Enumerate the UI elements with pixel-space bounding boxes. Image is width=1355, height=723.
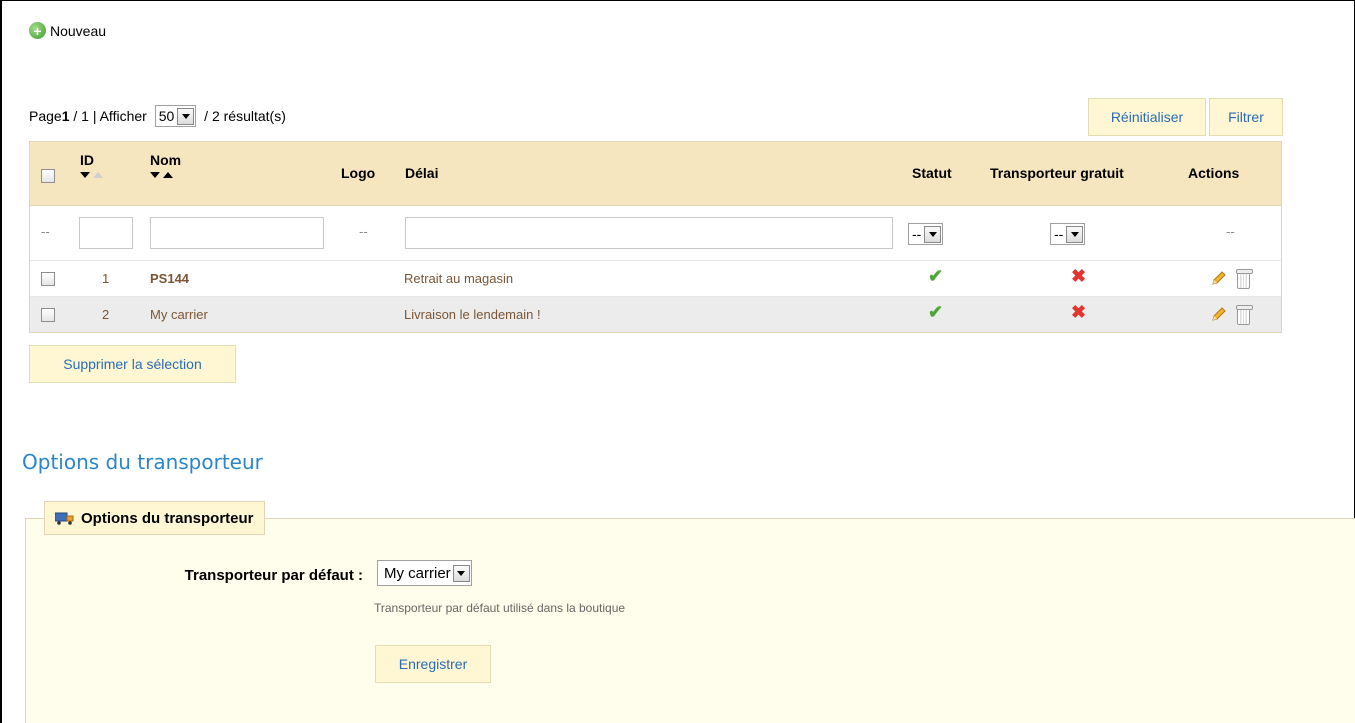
filter-free-select[interactable]: -- (1050, 223, 1086, 245)
col-name: Nom (150, 152, 181, 178)
row-delay: Retrait au magasin (404, 271, 514, 286)
trash-icon[interactable] (1236, 269, 1253, 289)
col-id: ID (80, 152, 103, 178)
sort-asc-icon[interactable] (93, 172, 103, 178)
col-name-label: Nom (150, 152, 182, 168)
cross-icon[interactable]: ✖ (1071, 266, 1086, 287)
carriers-table: ID Nom Logo Délai Statut Transporteur gr… (29, 141, 1282, 333)
table-header: ID Nom Logo Délai Statut Transporteur gr… (30, 142, 1281, 205)
legend-label: Options du transporteur (81, 509, 254, 527)
filter-dash: -- (359, 224, 368, 239)
pencil-icon[interactable] (1210, 306, 1227, 323)
new-carrier-link[interactable]: + Nouveau (29, 22, 106, 39)
col-status: Statut (912, 165, 952, 181)
chevron-down-icon[interactable] (452, 564, 470, 582)
col-actions: Actions (1188, 165, 1240, 181)
filter-id-input[interactable] (79, 217, 133, 249)
table-row[interactable]: 2 My carrier Livraison le lendemain ! ✔ … (30, 296, 1281, 332)
per-page-select[interactable]: 50 (154, 105, 197, 127)
col-id-label: ID (80, 152, 94, 168)
col-delay: Délai (405, 165, 439, 181)
default-carrier-select[interactable]: My carrier (377, 560, 472, 586)
chevron-down-icon[interactable] (1066, 225, 1084, 243)
new-label: Nouveau (50, 22, 107, 39)
row-delay: Livraison le lendemain ! (404, 307, 541, 322)
row-id: 1 (102, 271, 110, 286)
filter-delay-input[interactable] (405, 217, 893, 249)
chevron-down-icon[interactable] (924, 225, 942, 243)
page-current: 1 (61, 108, 70, 124)
select-all-checkbox[interactable] (41, 169, 55, 183)
col-logo: Logo (341, 165, 376, 181)
cross-icon[interactable]: ✖ (1071, 302, 1086, 323)
table-row[interactable]: 1 PS144 Retrait au magasin ✔ ✖ (30, 260, 1281, 296)
sort-desc-icon[interactable] (150, 172, 160, 178)
row-checkbox[interactable] (41, 272, 55, 286)
filter-dash: -- (41, 224, 50, 239)
reset-button[interactable]: Réinitialiser (1088, 98, 1206, 136)
row-checkbox[interactable] (41, 308, 55, 322)
default-carrier-value: My carrier (384, 564, 451, 582)
filter-dash: -- (1226, 224, 1235, 239)
chevron-down-icon[interactable] (177, 107, 195, 125)
default-carrier-label: Transporteur par défaut : (184, 567, 363, 584)
results-count: / 2 résultat(s) (200, 108, 286, 124)
pagination-bar: Page 1 / 1 | Afficher 50 / 2 résultat(s) (29, 105, 286, 127)
filter-free-value: -- (1054, 226, 1064, 242)
options-fieldset (25, 518, 1355, 723)
filter-row: -- -- -- -- -- (30, 205, 1281, 260)
truck-icon (55, 512, 74, 525)
section-title: Options du transporteur (22, 450, 263, 474)
row-id: 2 (102, 307, 110, 322)
row-name[interactable]: PS144 (150, 271, 189, 286)
pencil-icon[interactable] (1210, 270, 1227, 287)
sort-asc-icon[interactable] (163, 172, 173, 178)
filter-button[interactable]: Filtrer (1209, 98, 1283, 136)
filter-status-value: -- (912, 226, 922, 242)
per-page-value: 50 (158, 108, 175, 124)
row-name[interactable]: My carrier (150, 307, 208, 322)
check-icon[interactable]: ✔ (928, 302, 943, 323)
col-free-carrier: Transporteur gratuit (990, 165, 1124, 181)
filter-name-input[interactable] (150, 217, 324, 249)
add-icon: + (29, 22, 46, 39)
trash-icon[interactable] (1236, 305, 1253, 325)
check-icon[interactable]: ✔ (928, 266, 943, 287)
default-carrier-hint: Transporteur par défaut utilisé dans la … (374, 601, 626, 615)
save-button[interactable]: Enregistrer (375, 645, 491, 683)
fieldset-legend: Options du transporteur (44, 501, 265, 535)
sort-desc-icon[interactable] (80, 172, 90, 178)
page-prefix: Page (29, 108, 62, 124)
filter-status-select[interactable]: -- (908, 223, 944, 245)
delete-selection-button[interactable]: Supprimer la sélection (29, 345, 236, 383)
page-total: / 1 | Afficher (69, 108, 151, 124)
